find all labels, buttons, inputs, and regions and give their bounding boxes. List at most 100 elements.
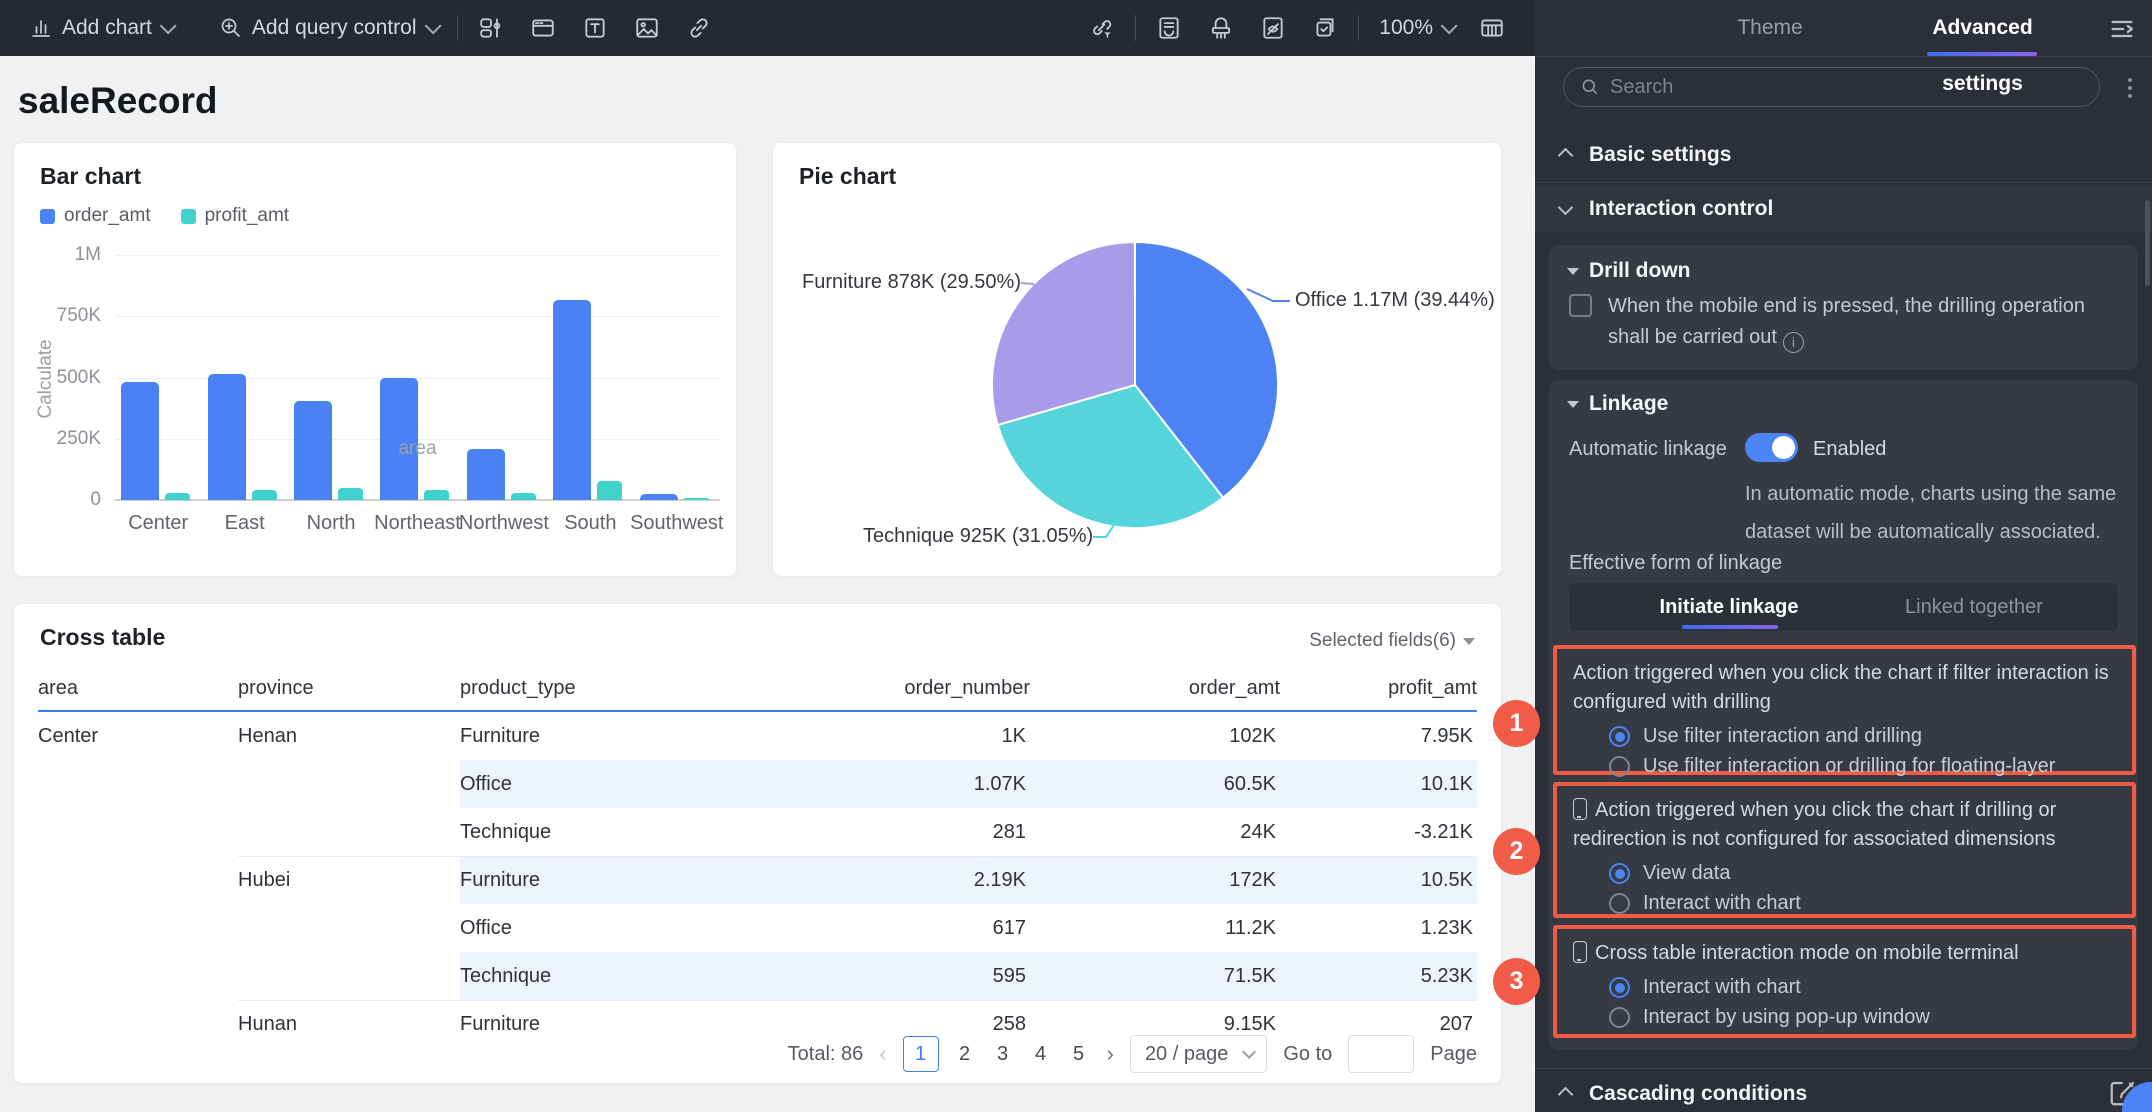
tab-advanced-settings[interactable]: Advanced settings — [1895, 0, 2070, 56]
column-header[interactable]: product_type — [460, 677, 700, 700]
radio-option[interactable]: Interact by using pop-up window — [1609, 1006, 2118, 1029]
table-row[interactable]: CenterHenanFurniture1K102K7.95K — [38, 712, 1477, 760]
tab-linked-together[interactable]: Linked together — [1859, 583, 2089, 631]
radio-option[interactable]: Interact with chart — [1609, 976, 2118, 999]
collapse-panel-icon[interactable] — [2108, 15, 2136, 43]
table-row[interactable]: Office61711.2K1.23K — [38, 904, 1477, 952]
y-axis-tick: 0 — [90, 489, 101, 511]
drill-down-checkbox[interactable] — [1569, 294, 1592, 317]
table-row[interactable]: HubeiFurniture2.19K172K10.5K — [38, 856, 1477, 904]
column-header[interactable]: profit_amt — [1280, 677, 1477, 700]
page-number-3[interactable]: 3 — [991, 1043, 1015, 1066]
radio-unselected-icon[interactable] — [1609, 1007, 1630, 1028]
radio-selected-icon[interactable] — [1609, 863, 1630, 884]
bar-group-south[interactable] — [547, 255, 633, 500]
cross-table-card[interactable]: Cross table Selected fields(6) area prov… — [14, 604, 1501, 1083]
bar-profit-amt[interactable] — [338, 488, 363, 500]
table-cell: Furniture — [460, 712, 700, 760]
bar-profit-amt[interactable] — [252, 490, 277, 500]
add-chart-button[interactable]: Add chart — [28, 15, 172, 41]
bar-chart-title: Bar chart — [40, 163, 141, 190]
legend-item-order-amt[interactable]: order_amt — [40, 205, 151, 227]
clean-brush-button[interactable] — [1208, 15, 1234, 41]
add-query-control-button[interactable]: Add query control — [218, 15, 437, 41]
column-header[interactable]: province — [238, 677, 460, 700]
legend-item-profit-amt[interactable]: profit_amt — [181, 205, 289, 227]
page-number-2[interactable]: 2 — [953, 1043, 977, 1066]
toolbar-divider — [1358, 15, 1359, 41]
next-page-button[interactable]: › — [1107, 1043, 1114, 1065]
radio-option[interactable]: Interact with chart — [1609, 892, 2118, 915]
linkage-header[interactable]: Linkage — [1567, 392, 1668, 416]
radio-option[interactable]: Use filter interaction and drilling — [1609, 725, 2118, 748]
radio-selected-icon[interactable] — [1609, 977, 1630, 998]
bar-profit-amt[interactable] — [424, 490, 449, 500]
section-label: Basic settings — [1589, 143, 1731, 167]
column-header[interactable]: area — [38, 677, 238, 700]
info-icon[interactable]: i — [1783, 332, 1804, 353]
pie-leader-line — [1247, 289, 1290, 301]
add-image-button[interactable] — [634, 15, 660, 41]
section-cascading-conditions[interactable]: Cascading conditions — [1535, 1072, 2152, 1112]
add-text-button[interactable] — [582, 15, 608, 41]
batch-select-button[interactable] — [1312, 15, 1338, 41]
bar-group-northwest[interactable] — [461, 255, 547, 500]
link-icon[interactable] — [686, 15, 712, 41]
previous-page-button[interactable]: ‹ — [879, 1043, 886, 1065]
kebab-menu-icon[interactable] — [2120, 74, 2140, 102]
bar-order-amt[interactable] — [553, 300, 591, 500]
bar-profit-amt[interactable] — [165, 493, 190, 500]
grid-view-button[interactable] — [1479, 15, 1505, 41]
radio-option[interactable]: Use filter interaction or drilling for f… — [1609, 755, 2118, 778]
bar-group-center[interactable] — [115, 255, 201, 500]
table-cell — [38, 1000, 238, 1048]
annotated-group-2: Action triggered when you click the char… — [1553, 782, 2136, 918]
link-filter-button[interactable] — [1089, 15, 1115, 41]
bar-chart-card[interactable]: Bar chart order_amt profit_amt Calculate… — [14, 143, 736, 576]
pie-chart-card[interactable]: Pie chart Office 1.17M (39.44%) Furnitur… — [773, 143, 1501, 576]
column-header[interactable]: order_number — [700, 677, 1030, 700]
bar-order-amt[interactable] — [208, 374, 246, 500]
table-cell: 5.23K — [1280, 952, 1477, 1000]
sidebar-search[interactable] — [1563, 67, 2100, 107]
bar-group-east[interactable] — [201, 255, 287, 500]
tab-widget-button[interactable] — [530, 15, 556, 41]
page-number-4[interactable]: 4 — [1029, 1043, 1053, 1066]
automatic-linkage-toggle[interactable] — [1745, 433, 1798, 462]
bar-profit-amt[interactable] — [684, 498, 709, 500]
y-axis-tick: 1M — [75, 244, 101, 266]
bar-order-amt[interactable] — [640, 494, 678, 500]
radio-selected-icon[interactable] — [1609, 726, 1630, 747]
search-input[interactable] — [1610, 76, 2083, 99]
bar-group-north[interactable] — [288, 255, 374, 500]
bar-group-southwest[interactable] — [634, 255, 720, 500]
page-number-1[interactable]: 1 — [903, 1036, 939, 1072]
page-number-5[interactable]: 5 — [1067, 1043, 1091, 1066]
page-size-select[interactable]: 20 / page — [1130, 1035, 1267, 1073]
column-header[interactable]: order_amt — [1030, 677, 1280, 700]
tab-theme[interactable]: Theme — [1695, 0, 1845, 56]
section-interaction-control[interactable]: Interaction control — [1535, 186, 2152, 232]
table-row[interactable]: Technique59571.5K5.23K — [38, 952, 1477, 1000]
annotation-badge-2: 2 — [1493, 828, 1540, 875]
selected-fields-dropdown[interactable]: Selected fields(6) — [1309, 630, 1475, 652]
drill-down-header[interactable]: Drill down — [1567, 259, 1691, 283]
zoom-level-select[interactable]: 100% — [1379, 16, 1453, 40]
table-row[interactable]: Technique28124K-3.21K — [38, 808, 1477, 856]
x-axis-tick: Northeast — [374, 512, 461, 535]
bar-group-northeast[interactable] — [374, 255, 460, 500]
table-cell: 1.07K — [700, 760, 1030, 808]
tab-initiate-linkage[interactable]: Initiate linkage — [1614, 583, 1844, 631]
report-settings-button[interactable] — [1156, 15, 1182, 41]
hide-preview-button[interactable] — [1260, 15, 1286, 41]
radio-unselected-icon[interactable] — [1609, 893, 1630, 914]
bar-profit-amt[interactable] — [597, 481, 622, 500]
section-basic-settings[interactable]: Basic settings — [1535, 132, 2152, 178]
bar-profit-amt[interactable] — [511, 493, 536, 500]
radio-option[interactable]: View data — [1609, 862, 2118, 885]
goto-page-input[interactable] — [1348, 1035, 1414, 1073]
widget-layout-button[interactable] — [478, 15, 504, 41]
radio-unselected-icon[interactable] — [1609, 756, 1630, 777]
table-row[interactable]: Office1.07K60.5K10.1K — [38, 760, 1477, 808]
scrollbar-thumb[interactable] — [2145, 200, 2150, 286]
